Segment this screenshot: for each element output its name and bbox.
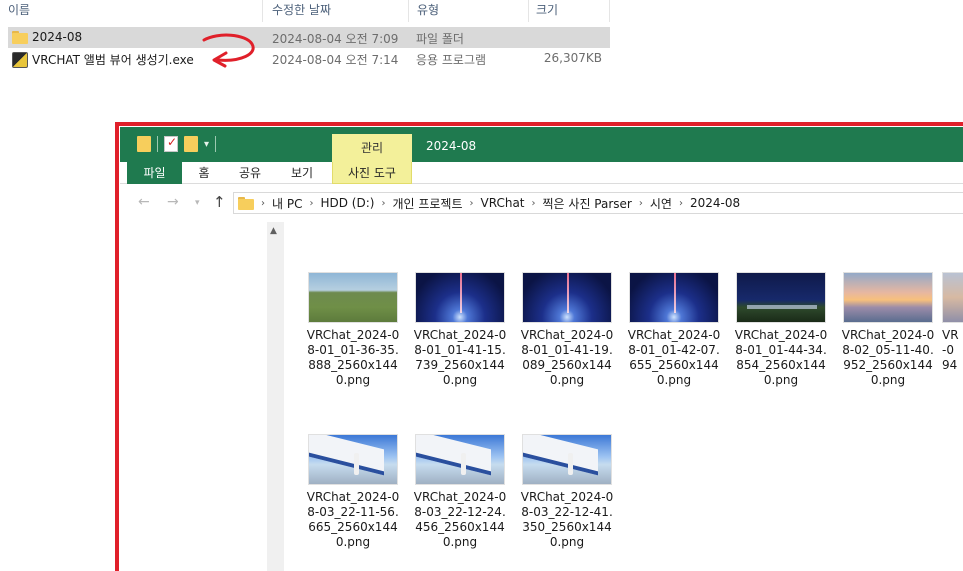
image-thumbnail [308,434,398,485]
image-thumbnail [522,272,612,323]
file-item[interactable]: VRChat_2024-08-01_01-41-19.089_2560x1440… [518,272,616,388]
toolbar-divider [215,136,217,152]
list-row-exe[interactable]: VRCHAT 앨범 뷰어 생성기.exe 2024-08-04 오전 7:14 … [8,48,610,69]
tab-share[interactable]: 공유 [232,162,268,184]
breadcrumb-item[interactable]: VRChat [481,196,525,210]
file-name: VRChat_2024-08-01_01-42-07.655_2560x1440… [627,328,721,387]
chevron-right-icon[interactable]: › [532,198,536,209]
file-name: VRChat_2024-08-01_01-41-15.739_2560x1440… [413,328,507,387]
row-size: 26,307KB [543,51,602,65]
chevron-right-icon[interactable]: › [679,198,683,209]
row-name: 2024-08 [32,30,83,44]
explorer-window: ▾ 관리 2024-08 파일 홈 공유 보기 사진 도구 ← → ▾ ↑ › … [120,127,963,571]
file-item-partial[interactable]: VR -0 94 [942,272,963,373]
image-thumbnail [415,272,505,323]
file-item[interactable]: VRChat_2024-08-01_01-36-35.888_2560x1440… [304,272,402,388]
file-item[interactable]: VRChat_2024-08-01_01-42-07.655_2560x1440… [625,272,723,388]
file-item[interactable]: VRChat_2024-08-01_01-44-34.854_2560x1440… [732,272,830,388]
file-name: VRChat_2024-08-01_01-36-35.888_2560x1440… [306,328,400,387]
recent-locations-chevron-icon[interactable]: ▾ [195,198,200,208]
breadcrumb-item[interactable]: 2024-08 [690,196,740,210]
row-name-cell: VRCHAT 앨범 뷰어 생성기.exe [12,51,194,68]
list-row-folder[interactable]: 2024-08 2024-08-04 오전 7:09 파일 폴더 [8,27,610,48]
image-thumbnail [629,272,719,323]
breadcrumb-item[interactable]: 개인 프로젝트 [392,195,462,212]
file-name: VRChat_2024-08-02_05-11-40.952_2560x1440… [841,328,935,387]
chevron-right-icon[interactable]: › [639,198,643,209]
image-thumbnail [415,434,505,485]
file-item[interactable]: VRChat_2024-08-03_22-12-24.456_2560x1440… [411,434,509,550]
title-bar: ▾ 관리 2024-08 [120,127,963,162]
image-thumbnail [736,272,826,323]
file-item[interactable]: VRChat_2024-08-03_22-12-41.350_2560x1440… [518,434,616,550]
red-arrow-annotation [202,33,255,68]
chevron-right-icon[interactable]: › [381,198,385,209]
chevron-right-icon[interactable]: › [309,198,313,209]
breadcrumb-item[interactable]: 시연 [650,195,672,212]
folder-icon [12,30,28,44]
file-item[interactable]: VRChat_2024-08-03_22-11-56.665_2560x1440… [304,434,402,550]
properties-icon[interactable] [164,135,178,152]
window-title: 2024-08 [426,139,477,153]
image-thumbnail [843,272,933,323]
breadcrumb-item[interactable]: HDD (D:) [320,196,374,210]
column-divider[interactable] [528,0,529,22]
chevron-down-icon[interactable]: ▾ [204,139,209,150]
file-name: VRChat_2024-08-03_22-12-24.456_2560x1440… [413,490,507,549]
tab-home[interactable]: 홈 [190,162,218,184]
file-grid: VRChat_2024-08-01_01-36-35.888_2560x1440… [284,222,963,571]
file-name: VRChat_2024-08-03_22-11-56.665_2560x1440… [306,490,400,549]
tab-file[interactable]: 파일 [127,162,182,184]
toolbar-divider [157,136,158,152]
app-icon [12,51,28,68]
tab-photo-tools[interactable]: 사진 도구 [332,162,412,184]
tab-view[interactable]: 보기 [284,162,320,184]
breadcrumb-item[interactable]: 내 PC [272,195,302,212]
file-name: VR -0 94 [942,328,959,372]
file-name: VRChat_2024-08-01_01-44-34.854_2560x1440… [734,328,828,387]
address-bar[interactable]: › 내 PC › HDD (D:) › 개인 프로젝트 › VRChat › 찍… [233,192,963,214]
column-divider[interactable] [609,0,610,22]
ribbon-tabs: 파일 홈 공유 보기 사진 도구 [120,162,963,184]
chevron-right-icon[interactable]: › [470,198,474,209]
row-type: 응용 프로그램 [416,53,487,67]
breadcrumb-item[interactable]: 찍은 사진 Parser [543,195,632,212]
column-name[interactable]: 이름 [8,1,30,18]
column-type[interactable]: 유형 [417,1,439,18]
image-thumbnail [308,272,398,323]
tab-manage[interactable]: 관리 [332,134,412,162]
navigation-pane[interactable] [120,222,267,571]
row-type: 파일 폴더 [416,32,464,46]
forward-arrow-icon[interactable]: → [167,194,179,210]
folder-icon [238,196,254,210]
column-size[interactable]: 크기 [536,1,558,18]
column-date[interactable]: 수정한 날짜 [272,1,331,18]
nav-scrollbar[interactable]: ▲ [267,222,284,571]
file-name: VRChat_2024-08-01_01-41-19.089_2560x1440… [520,328,614,387]
column-header-row: 이름 수정한 날짜 유형 크기 [0,0,610,22]
address-bar-row: ← → ▾ ↑ › 내 PC › HDD (D:) › 개인 프로젝트 › VR… [120,190,963,216]
new-folder-icon[interactable] [184,136,198,152]
row-name: VRCHAT 앨범 뷰어 생성기.exe [32,53,194,67]
scroll-up-arrow-icon[interactable]: ▲ [270,226,277,236]
quick-access-toolbar: ▾ [137,135,217,152]
image-thumbnail [942,272,963,323]
file-item[interactable]: VRChat_2024-08-02_05-11-40.952_2560x1440… [839,272,937,388]
column-divider[interactable] [408,0,409,22]
column-divider[interactable] [262,0,263,22]
row-name-cell: 2024-08 [12,30,82,44]
back-arrow-icon[interactable]: ← [138,194,150,210]
chevron-right-icon[interactable]: › [261,198,265,209]
file-name: VRChat_2024-08-03_22-12-41.350_2560x1440… [520,490,614,549]
folder-icon[interactable] [137,136,151,152]
image-thumbnail [522,434,612,485]
row-date: 2024-08-04 오전 7:09 [272,32,399,46]
up-arrow-icon[interactable]: ↑ [213,193,226,211]
row-date: 2024-08-04 오전 7:14 [272,53,399,67]
file-item[interactable]: VRChat_2024-08-01_01-41-15.739_2560x1440… [411,272,509,388]
